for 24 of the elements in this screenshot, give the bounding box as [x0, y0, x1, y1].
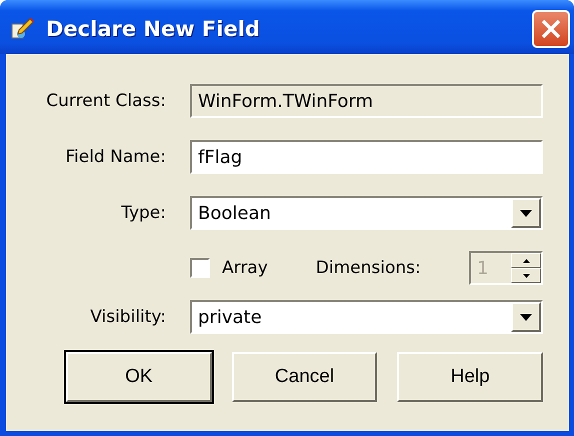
field-label: Dimensions:	[316, 258, 421, 278]
up-arrow-icon	[522, 258, 530, 262]
dropdown[interactable]: private	[190, 300, 543, 334]
dropdown-arrow-icon	[520, 210, 532, 216]
field-label: Field Name:	[64, 147, 166, 167]
field-label: Visibility:	[89, 307, 166, 327]
field-label: Type:	[120, 203, 166, 223]
dropdown-button[interactable]	[511, 198, 541, 228]
pencil-icon	[10, 17, 34, 41]
checkbox[interactable]	[190, 258, 210, 278]
close-icon	[540, 18, 562, 40]
dropdown[interactable]: Boolean	[190, 196, 543, 230]
dialog-button[interactable]: OK	[66, 352, 212, 402]
dialog-button[interactable]: Help	[397, 352, 544, 402]
window-title: Declare New Field	[46, 17, 261, 41]
dialog-button[interactable]: Cancel	[232, 352, 378, 402]
text-field[interactable]: WinForm.TWinForm	[190, 84, 543, 118]
checkbox-label: Array	[222, 258, 268, 278]
down-arrow-icon	[522, 274, 530, 278]
input-field[interactable]: fFlag	[190, 140, 543, 174]
field-label: Current Class:	[45, 91, 166, 111]
close-button[interactable]	[532, 10, 570, 48]
dropdown-arrow-icon	[520, 314, 532, 320]
dropdown-button[interactable]	[511, 302, 541, 332]
